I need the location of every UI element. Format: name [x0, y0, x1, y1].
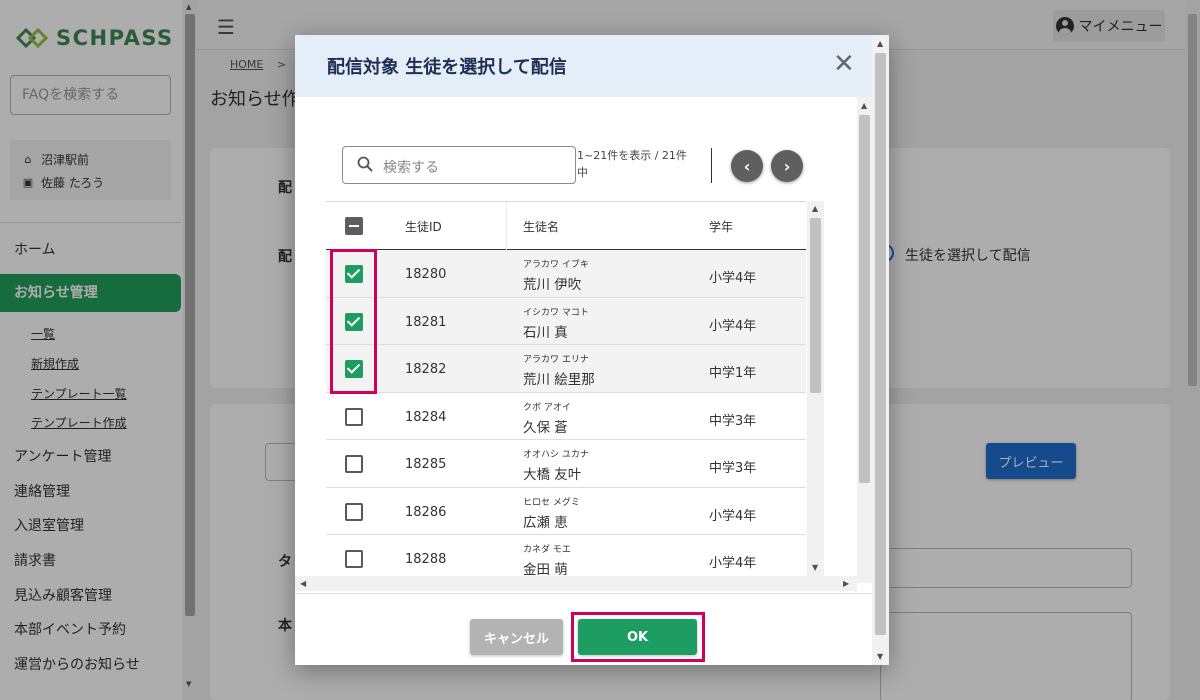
cell-student-id: 18284 — [405, 409, 447, 425]
scroll-left-icon[interactable]: ◀ — [300, 579, 306, 588]
cancel-button[interactable]: キャンセル — [470, 619, 563, 655]
row-checkbox[interactable] — [345, 550, 363, 568]
row-checkbox[interactable] — [345, 407, 363, 426]
student-search-input[interactable]: 検索する — [342, 146, 576, 184]
cell-grade: 中学1年 — [709, 366, 757, 381]
table-scroll-thumb[interactable] — [810, 218, 821, 393]
row-checkbox[interactable] — [345, 502, 363, 521]
close-icon[interactable]: ✕ — [833, 51, 855, 77]
cell-student-kana: アラカワ エリナ — [523, 355, 589, 365]
cell-student-id: 18286 — [405, 504, 447, 520]
cell-student-kana: アラカワ イブキ — [523, 260, 589, 270]
cell-student-kana: イシカワ マコト — [523, 307, 589, 318]
dialog-title: 配信対象 生徒を選択して配信 — [327, 57, 567, 78]
cell-grade: 小学4年 — [709, 318, 757, 334]
cell-student-name: 久保 蒼 — [523, 419, 568, 436]
cell-student-kana: オオハシ ユカナ — [523, 450, 589, 460]
row-checkbox[interactable] — [345, 265, 363, 283]
content-scroll-thumb[interactable] — [859, 115, 870, 483]
table-scrollbar[interactable]: ▲ ▼ — [807, 201, 824, 576]
cell-grade: 小学4年 — [709, 271, 757, 286]
search-icon — [357, 156, 373, 172]
cell-student-id: 18280 — [405, 267, 447, 282]
dialog-scrollbar[interactable]: ▲ ▼ — [872, 35, 889, 665]
scroll-right-icon[interactable]: ▶ — [843, 579, 849, 588]
scroll-down-icon[interactable]: ▼ — [812, 563, 818, 572]
content-scrollbar[interactable]: ▲ — [857, 97, 872, 583]
next-page-button[interactable]: › — [771, 150, 803, 182]
table-row[interactable]: 18284 クボ アオイ久保 蒼 中学3年 — [326, 393, 806, 440]
cell-grade: 中学3年 — [709, 461, 757, 476]
table-row[interactable]: 18286 ヒロセ メグミ広瀬 恵 小学4年 — [326, 488, 806, 535]
scroll-down-icon[interactable]: ▼ — [877, 652, 883, 661]
col-student-id[interactable]: 生徒ID — [405, 218, 442, 235]
dialog-header: 配信対象 生徒を選択して配信 ✕ — [295, 35, 872, 97]
cell-student-id: 18285 — [405, 457, 447, 472]
scroll-up-icon[interactable]: ▲ — [877, 39, 883, 48]
row-checkbox[interactable] — [345, 360, 363, 378]
cell-grade: 小学4年 — [709, 556, 757, 571]
pagination-divider — [711, 148, 712, 183]
cell-grade: 中学3年 — [709, 413, 757, 429]
table-row[interactable]: 18282 アラカワ エリナ荒川 絵里那 中学1年 — [326, 345, 806, 393]
scroll-up-icon[interactable]: ▲ — [812, 204, 818, 213]
table-row[interactable]: 18285 オオハシ ユカナ大橋 友叶 中学3年 — [326, 440, 806, 488]
table-row[interactable]: 18288 カネダ モエ金田 萌 小学4年 — [326, 535, 806, 576]
cell-student-name: 広瀬 恵 — [523, 514, 568, 531]
scroll-up-icon[interactable]: ▲ — [861, 101, 867, 110]
chevron-left-icon: ‹ — [743, 156, 751, 176]
row-checkbox[interactable] — [345, 312, 363, 331]
cell-student-id: 18281 — [405, 314, 447, 330]
cell-grade: 小学4年 — [709, 508, 757, 524]
ok-button[interactable]: OK — [578, 619, 697, 655]
cell-student-name: 荒川 伊吹 — [523, 277, 582, 293]
cell-student-id: 18282 — [405, 362, 447, 377]
col-student-name[interactable]: 生徒名 — [523, 218, 559, 235]
table-row[interactable]: 18280 アラカワ イブキ荒川 伊吹 小学4年 — [326, 250, 806, 298]
table-header: 生徒ID 生徒名 学年 — [326, 201, 806, 250]
row-checkbox[interactable] — [345, 455, 363, 473]
prev-page-button[interactable]: ‹ — [731, 150, 763, 182]
select-all-checkbox[interactable] — [345, 217, 363, 235]
cell-student-kana: カネダ モエ — [523, 545, 571, 555]
col-grade[interactable]: 学年 — [709, 218, 733, 235]
cell-student-kana: ヒロセ メグミ — [523, 497, 580, 508]
dialog-footer-divider — [295, 593, 872, 594]
cell-student-id: 18288 — [405, 552, 447, 567]
student-select-dialog: 配信対象 生徒を選択して配信 ✕ ▲ ▼ 検索する 1~21件を表示 / 21件… — [295, 35, 889, 665]
cell-student-name: 石川 真 — [523, 324, 568, 341]
chevron-right-icon: › — [783, 156, 791, 176]
table-row[interactable]: 18281 イシカワ マコト石川 真 小学4年 — [326, 297, 806, 345]
dialog-scroll-thumb[interactable] — [875, 53, 886, 635]
search-placeholder: 検索する — [383, 160, 439, 176]
cell-student-name: 大橋 友叶 — [523, 467, 582, 483]
horizontal-scrollbar[interactable]: ◀ ▶ — [295, 576, 857, 591]
column-separator — [506, 202, 507, 250]
cell-student-name: 荒川 絵里那 — [523, 372, 595, 388]
pagination-range: 1~21件を表示 / 21件中 — [577, 149, 687, 179]
student-table: 生徒ID 生徒名 学年 18280 アラカワ イブキ 荒川 伊吹 小学4年 18281 イ… — [326, 201, 824, 576]
cell-student-kana: クボ アオイ — [523, 402, 571, 413]
cell-student-name: 金田 萌 — [523, 562, 568, 576]
